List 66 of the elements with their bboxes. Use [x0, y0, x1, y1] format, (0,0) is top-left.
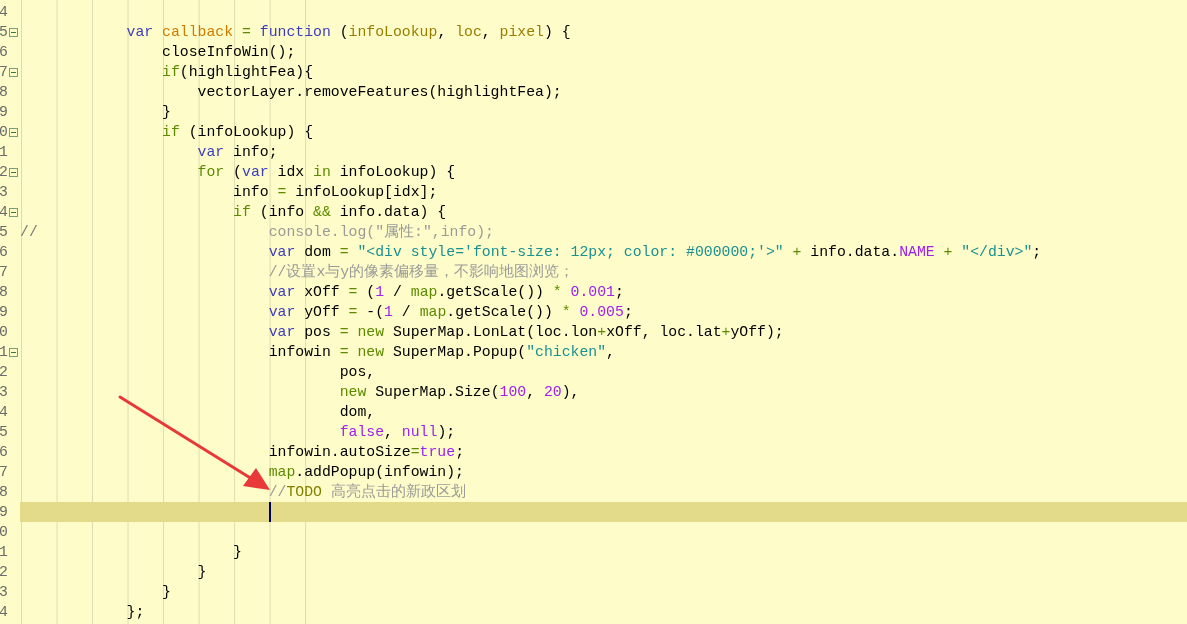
line-number: 7 — [0, 464, 8, 480]
line-number: 7 — [0, 264, 8, 280]
code-line: if (info && info.data) { — [232, 203, 447, 222]
code-line: }; — [125, 603, 145, 622]
line-number: 4 — [0, 604, 8, 620]
line-number: 8 — [0, 484, 8, 500]
code-line: infowin.autoSize=true; — [267, 443, 464, 462]
code-line: map.addPopup(infowin); — [267, 463, 464, 482]
line-number: 1 — [0, 544, 8, 560]
line-number: 5 — [0, 424, 8, 440]
code-line: closeInfoWin(); — [161, 43, 296, 62]
line-number: 5 — [0, 224, 8, 240]
code-line: // console.log("属性:",info); — [20, 223, 494, 242]
code-line: } — [196, 563, 207, 582]
code-line: pos, — [338, 363, 376, 382]
line-number: 7 — [0, 64, 8, 80]
code-line: } — [232, 543, 242, 562]
line-number: 4 — [0, 204, 8, 220]
line-number: 8 — [0, 84, 8, 100]
line-number: 2 — [0, 364, 8, 380]
code-line: var callback = function (infoLookup, loc, pixel) { — [125, 23, 571, 42]
code-line: info = infoLookup[idx]; — [232, 183, 438, 202]
line-number: 3 — [0, 584, 8, 600]
fold-toggle-icon[interactable] — [9, 67, 18, 77]
code-line: dom, — [338, 403, 376, 422]
line-number: 9 — [0, 304, 8, 320]
line-number: 6 — [0, 444, 8, 460]
code-line: if (infoLookup) { — [161, 123, 314, 142]
code-line: var dom = "<div style='font-size: 12px; color: #000000;'>" + info.data.NAME + "</div>"; — [267, 243, 1042, 262]
code-line: for (var idx in infoLookup) { — [196, 163, 456, 182]
line-number: 3 — [0, 384, 8, 400]
fold-toggle-icon[interactable] — [9, 127, 18, 137]
code-line: //TODO 高亮点击的新政区划 — [267, 482, 466, 502]
code-line: } — [161, 103, 171, 122]
line-number: 8 — [0, 284, 8, 300]
fold-toggle-icon[interactable] — [9, 207, 18, 217]
code-line: infowin = new SuperMap.Popup("chicken", — [267, 343, 615, 362]
code-line: var pos = new SuperMap.LonLat(loc.lon+xOff, loc.lat+yOff); — [267, 323, 784, 342]
line-number: 5 — [0, 24, 8, 40]
code-line: //设置x与y的像素偏移量，不影响地图浏览； — [267, 262, 575, 282]
line-number: 0 — [0, 124, 8, 140]
code-line: false, null); — [338, 423, 456, 442]
line-number: 9 — [0, 504, 8, 520]
code-line: var yOff = -(1 / map.getScale()) * 0.005; — [267, 303, 633, 322]
line-number: 3 — [0, 184, 8, 200]
line-number: 6 — [0, 244, 8, 260]
fold-toggle-icon[interactable] — [9, 167, 18, 177]
line-number: 6 — [0, 44, 8, 60]
code-line: } — [161, 583, 171, 602]
code-line: vectorLayer.removeFeatures(highlightFea); — [196, 83, 562, 102]
code-line: var xOff = (1 / map.getScale()) * 0.001; — [267, 283, 624, 302]
line-number: 0 — [0, 524, 8, 540]
line-number: 0 — [0, 324, 8, 340]
line-number: 1 — [0, 344, 8, 360]
code-line: var info; — [196, 143, 278, 162]
line-number: 4 — [0, 4, 8, 20]
line-number: 2 — [0, 164, 8, 180]
text-cursor — [268, 502, 271, 522]
fold-toggle-icon[interactable] — [9, 347, 18, 357]
line-number: 1 — [0, 144, 8, 160]
line-number: 2 — [0, 564, 8, 580]
code-line: new SuperMap.Size(100, 20), — [338, 383, 580, 402]
code-line: if(highlightFea){ — [161, 63, 314, 82]
fold-toggle-icon[interactable] — [9, 27, 18, 37]
line-number: 4 — [0, 404, 8, 420]
line-number: 9 — [0, 104, 8, 120]
